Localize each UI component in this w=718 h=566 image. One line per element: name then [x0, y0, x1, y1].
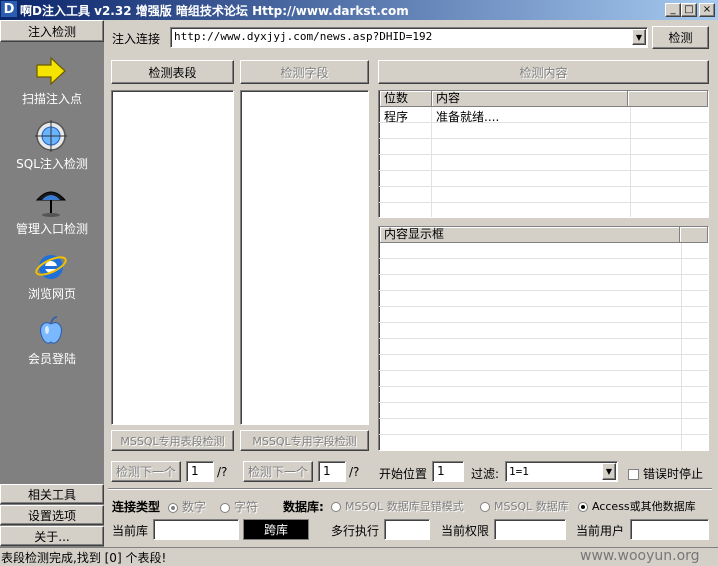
radio-access[interactable]: Access或其他数据库 [578, 498, 696, 514]
sidebar: 注入检测 扫描注入点 SQL注入检测 管理入口检测 浏览网页 会员登陆 相关工具… [0, 20, 104, 547]
column-header[interactable] [680, 227, 708, 243]
radio-label: 字符 [234, 500, 259, 514]
related-tools-button[interactable]: 相关工具 [0, 484, 104, 504]
radio-label: 数字 [182, 500, 207, 514]
result-list[interactable]: 位数 内容 程序 准备就绪.... [378, 90, 709, 218]
separator [108, 488, 712, 490]
database-label: 数据库: [283, 500, 324, 514]
url-combobox[interactable]: http://www.dyxjyj.com/news.asp?DHID=192 … [170, 27, 648, 48]
chevron-down-icon[interactable]: ▼ [602, 463, 616, 480]
inject-detect-tab[interactable]: 注入检测 [0, 20, 104, 42]
current-db-field[interactable] [153, 519, 239, 540]
start-position-label: 开始位置 [379, 467, 428, 481]
stop-on-error-label: 错误时停止 [643, 467, 704, 481]
settings-button[interactable]: 设置选项 [0, 505, 104, 525]
detect-table-button[interactable]: 检测表段 [111, 60, 234, 84]
radio-number[interactable]: 数字 [168, 498, 206, 515]
radio-label: Access或其他数据库 [592, 500, 696, 513]
arrow-icon [36, 56, 66, 86]
filter-value: 1=1 [509, 465, 529, 478]
table-page-input[interactable]: 1 [186, 461, 214, 482]
table-page-total: /? [217, 465, 228, 479]
sidebar-item-label: 扫描注入点 [21, 92, 82, 106]
table-row[interactable]: 程序 准备就绪.... [379, 107, 708, 124]
ie-icon [35, 255, 67, 279]
about-button[interactable]: 关于... [0, 526, 104, 546]
radio-label: MSSQL 数据库 [494, 500, 569, 513]
app-icon: D [1, 1, 17, 17]
sidebar-item-label: 会员登陆 [27, 352, 76, 366]
detect-button[interactable]: 检测 [652, 26, 709, 49]
field-list[interactable] [240, 90, 369, 425]
table-list[interactable] [111, 90, 234, 425]
radio-icon[interactable] [168, 502, 178, 513]
filter-label: 过滤: [471, 467, 500, 481]
column-header[interactable]: 位数 [380, 91, 432, 107]
radio-string[interactable]: 字符 [220, 498, 258, 515]
radio-mssql-error[interactable]: MSSQL 数据库显错模式 [331, 498, 464, 514]
field-page-input[interactable]: 1 [318, 461, 346, 482]
permission-field[interactable] [494, 519, 566, 540]
next-field-button[interactable]: 检测下一个 [243, 461, 313, 482]
sidebar-item-scan[interactable]: 扫描注入点 [0, 52, 104, 116]
status-bar: 表段检测完成,找到 [0] 个表段! www.wooyun.org [0, 547, 718, 565]
detect-field-button[interactable]: 检测字段 [240, 60, 369, 84]
window-title: 啊D注入工具 v2.32 增强版 暗组技术论坛 Http://www.darks… [20, 4, 409, 18]
field-page-total: /? [349, 465, 360, 479]
current-db-label: 当前库 [112, 524, 149, 538]
cross-db-button[interactable]: 跨库 [243, 519, 309, 540]
radio-mssql[interactable]: MSSQL 数据库 [480, 498, 569, 514]
content-display-box[interactable]: 内容显示框 [378, 226, 709, 451]
mssql-table-detect-button[interactable]: MSSQL专用表段检测 [111, 430, 234, 451]
sidebar-item-member[interactable]: 会员登陆 [0, 312, 104, 376]
next-table-button[interactable]: 检测下一个 [111, 461, 181, 482]
url-label: 注入连接 [112, 32, 161, 46]
current-user-label: 当前用户 [576, 524, 625, 538]
chevron-down-icon[interactable]: ▼ [632, 29, 646, 45]
sidebar-item-browse[interactable]: 浏览网页 [0, 247, 104, 311]
title-bar[interactable]: D 啊D注入工具 v2.32 增强版 暗组技术论坛 Http://www.dar… [0, 0, 718, 20]
checkbox-icon[interactable] [628, 469, 639, 480]
multi-exec-label: 多行执行 [331, 524, 380, 538]
radio-icon[interactable] [331, 502, 341, 512]
url-value: http://www.dyxjyj.com/news.asp?DHID=192 [174, 30, 433, 43]
minimize-button[interactable]: _ [665, 3, 681, 17]
umbrella-icon [35, 191, 67, 217]
column-header[interactable] [628, 91, 708, 107]
sidebar-item-label: 浏览网页 [27, 287, 76, 301]
connection-type-label: 连接类型 [112, 500, 161, 514]
radio-icon[interactable] [480, 502, 490, 512]
column-header[interactable]: 内容 [432, 91, 628, 107]
close-button[interactable]: × [699, 3, 715, 17]
sidebar-item-label: 管理入口检测 [15, 222, 88, 236]
apple-icon [40, 316, 62, 344]
detect-content-button[interactable]: 检测内容 [378, 60, 709, 84]
status-text: 表段检测完成,找到 [0] 个表段! [1, 551, 167, 565]
radio-icon[interactable] [578, 502, 588, 512]
radio-label: MSSQL 数据库显错模式 [345, 500, 464, 513]
sidebar-item-label: SQL注入检测 [16, 157, 88, 171]
watermark: www.wooyun.org [580, 548, 700, 564]
start-position-input[interactable]: 1 [432, 461, 464, 482]
permission-label: 当前权限 [441, 524, 490, 538]
radio-icon[interactable] [220, 502, 230, 513]
multi-exec-field[interactable] [384, 519, 430, 540]
filter-combobox[interactable]: 1=1 ▼ [505, 461, 618, 482]
column-header[interactable]: 内容显示框 [380, 227, 680, 243]
mssql-field-detect-button[interactable]: MSSQL专用字段检测 [240, 430, 369, 451]
globe-crosshair-icon [35, 120, 67, 152]
sidebar-item-admin[interactable]: 管理入口检测 [0, 182, 104, 246]
sidebar-item-sql[interactable]: SQL注入检测 [0, 117, 104, 181]
maximize-button[interactable]: □ [681, 3, 697, 17]
stop-on-error-checkbox[interactable]: 错误时停止 [628, 465, 703, 482]
current-user-field[interactable] [630, 519, 709, 540]
